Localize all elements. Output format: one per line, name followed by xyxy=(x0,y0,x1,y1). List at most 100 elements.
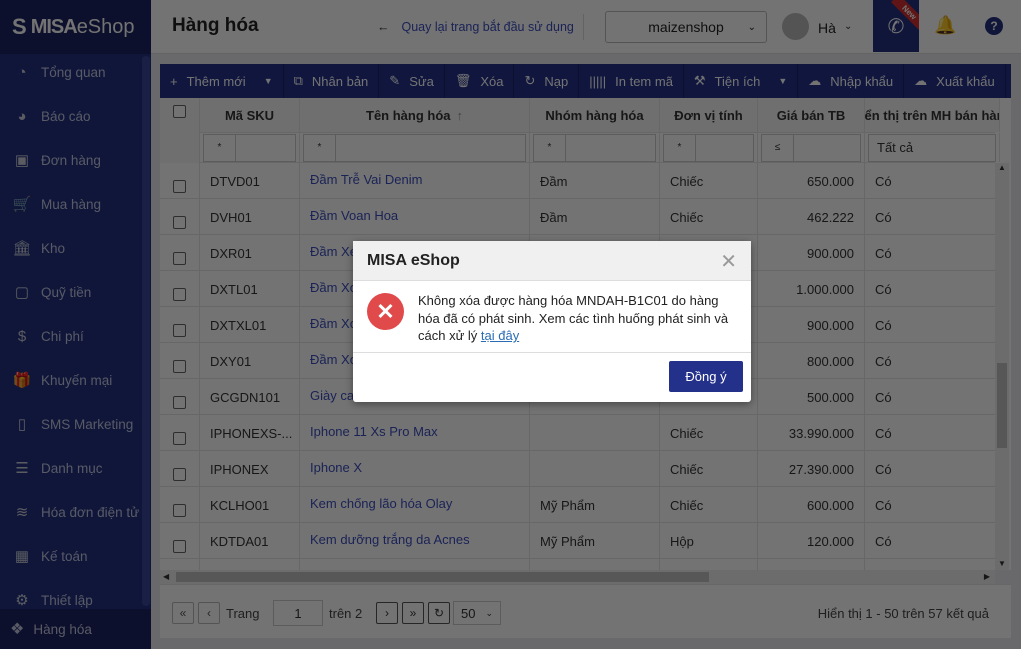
column-header[interactable]: Mã SKU xyxy=(200,98,300,132)
table-cell: Có xyxy=(865,415,1000,450)
sidebar-item[interactable]: ≋ Hóa đơn điện tử xyxy=(0,497,140,527)
toolbar-button[interactable]: ☁ Xuất khẩu xyxy=(904,64,1006,98)
row-checkbox[interactable] xyxy=(173,215,186,229)
column-header[interactable]: Nhóm hàng hóa xyxy=(530,98,660,132)
filter-cell[interactable]: * xyxy=(530,133,660,162)
column-header[interactable]: Đơn vị tính xyxy=(660,98,758,132)
last-page-button[interactable]: » xyxy=(402,602,424,624)
checkbox-cell[interactable] xyxy=(160,379,200,414)
checkbox-cell[interactable] xyxy=(160,523,200,558)
product-name-link[interactable]: Kem dưỡng trắng da Acnes xyxy=(300,523,530,558)
sidebar-item-hang-hoa[interactable]: ❖ Hàng hóa xyxy=(0,609,151,649)
toolbar-button[interactable]: 🗑 Xóa xyxy=(445,64,515,98)
user-name[interactable]: Hà xyxy=(818,20,836,36)
support-phone-button[interactable]: ✆ New xyxy=(873,0,919,52)
sidebar-item[interactable]: 🎁 Khuyến mại xyxy=(0,365,140,395)
toolbar-button[interactable]: ↻ Nạp xyxy=(514,64,580,98)
checkbox-cell[interactable] xyxy=(160,271,200,306)
product-name-link[interactable]: Đầm Trễ Vai Denim xyxy=(300,163,530,198)
row-checkbox[interactable] xyxy=(173,431,186,445)
row-checkbox[interactable] xyxy=(173,251,186,265)
checkbox-cell[interactable] xyxy=(160,415,200,450)
caret-down-icon[interactable]: ▼ xyxy=(264,76,273,86)
row-checkbox[interactable] xyxy=(173,287,186,301)
next-page-button[interactable]: › xyxy=(376,602,398,624)
filter-operator[interactable]: * xyxy=(204,134,236,161)
shop-select[interactable]: maizenshop ⌄ xyxy=(605,11,767,43)
checkbox-cell[interactable] xyxy=(160,451,200,486)
page-size-select[interactable]: 50 ⌄ xyxy=(453,601,501,625)
toolbar-button[interactable]: ||||| In tem mã xyxy=(579,64,684,98)
row-checkbox[interactable] xyxy=(173,179,186,193)
filter-operator[interactable]: * xyxy=(534,134,566,161)
filter-cell[interactable]: ≤ xyxy=(758,133,865,162)
filter-cell[interactable]: * xyxy=(300,133,530,162)
close-icon[interactable]: ✕ xyxy=(720,249,737,274)
column-header[interactable]: Hiển thị trên MH bán hàng xyxy=(865,98,1000,132)
toolbar-button[interactable]: ✎ Sửa xyxy=(379,64,445,98)
checkbox-cell[interactable] xyxy=(160,487,200,522)
first-page-button[interactable]: « xyxy=(172,602,194,624)
toolbar-button[interactable]: ☁ Nhập khẩu xyxy=(798,64,905,98)
sidebar-item[interactable]: ▦ Kế toán xyxy=(0,541,140,571)
row-checkbox[interactable] xyxy=(173,539,186,553)
filter-operator[interactable]: * xyxy=(664,134,696,161)
column-header[interactable]: Tên hàng hóa ↑ xyxy=(300,98,530,132)
scroll-right-icon[interactable]: ▶ xyxy=(984,572,990,581)
help-icon[interactable]: ? xyxy=(985,17,1003,35)
scroll-down-icon[interactable]: ▼ xyxy=(998,559,1006,568)
filter-cell[interactable]: * xyxy=(660,133,758,162)
ok-button[interactable]: Đồng ý xyxy=(669,361,743,392)
filter-cell[interactable]: * xyxy=(200,133,300,162)
sidebar-item[interactable]: ☰ Danh mục xyxy=(0,453,140,483)
sidebar-item[interactable]: ◔ Tổng quan xyxy=(0,57,140,87)
checkbox-cell[interactable] xyxy=(160,163,200,198)
page-input[interactable]: 1 xyxy=(273,600,323,626)
row-checkbox[interactable] xyxy=(173,395,186,409)
sort-asc-icon[interactable]: ↑ xyxy=(457,108,464,123)
product-name-link[interactable]: Đầm Voan Hoa xyxy=(300,199,530,234)
refresh-icon[interactable]: ↻ xyxy=(428,602,450,624)
sidebar-item[interactable]: $ Chi phí xyxy=(0,321,140,351)
scroll-left-icon[interactable]: ◀ xyxy=(163,572,169,581)
toolbar-button[interactable]: ⚒ Tiện ích ▼ xyxy=(684,64,799,98)
sidebar-item[interactable]: ▢ Quỹ tiền xyxy=(0,277,140,307)
row-checkbox[interactable] xyxy=(173,467,186,481)
toolbar-button[interactable]: ⧉ Nhân bản xyxy=(284,64,380,98)
sidebar-item[interactable]: 🛒 Mua hàng xyxy=(0,189,140,219)
row-checkbox[interactable] xyxy=(173,359,186,373)
toolbar-button[interactable]: + Thêm mới ▼ xyxy=(160,64,284,98)
product-name-link[interactable]: Kem chống lão hóa Olay xyxy=(300,487,530,522)
scroll-thumb[interactable] xyxy=(176,572,709,582)
bell-icon[interactable]: 🔔 xyxy=(934,15,956,36)
sidebar-item[interactable]: ▯ SMS Marketing xyxy=(0,409,140,439)
filter-operator[interactable]: ≤ xyxy=(762,134,794,161)
product-name-link[interactable]: Iphone 11 Xs Pro Max xyxy=(300,415,530,450)
vertical-scrollbar[interactable]: ▲ ▼ xyxy=(995,163,1009,570)
checkbox-cell[interactable] xyxy=(160,235,200,270)
checkbox-cell[interactable] xyxy=(160,199,200,234)
avatar[interactable] xyxy=(782,13,809,40)
sidebar-item[interactable]: 🏛 Kho xyxy=(0,233,140,263)
filter-cell[interactable]: Tất cả xyxy=(865,133,1000,162)
horizontal-scrollbar[interactable]: ◀ ▶ xyxy=(160,570,995,584)
column-header[interactable]: Giá bán TB xyxy=(758,98,865,132)
scroll-up-icon[interactable]: ▲ xyxy=(998,163,1006,172)
checkbox-cell[interactable] xyxy=(160,307,200,342)
caret-down-icon[interactable]: ▼ xyxy=(778,76,787,86)
back-to-start-link[interactable]: ← Quay lại trang bắt đầu sử dụng xyxy=(377,20,574,34)
sidebar-item[interactable]: ◕ Báo cáo xyxy=(0,101,140,131)
sidebar-scrollbar[interactable] xyxy=(142,56,150,606)
logo[interactable]: S MISA eShop xyxy=(0,0,151,54)
row-checkbox[interactable] xyxy=(173,503,186,517)
checkbox-cell[interactable] xyxy=(160,343,200,378)
row-checkbox[interactable] xyxy=(173,323,186,337)
filter-operator[interactable]: * xyxy=(304,134,336,161)
prev-page-button[interactable]: ‹ xyxy=(198,602,220,624)
sidebar-item[interactable]: ▣ Đơn hàng xyxy=(0,145,140,175)
help-link[interactable]: tại đây xyxy=(481,328,519,343)
product-name-link[interactable]: Iphone X xyxy=(300,451,530,486)
chevron-down-icon[interactable]: ⌄ xyxy=(844,21,852,32)
scroll-thumb[interactable] xyxy=(997,363,1007,448)
select-all-checkbox[interactable] xyxy=(173,105,186,118)
